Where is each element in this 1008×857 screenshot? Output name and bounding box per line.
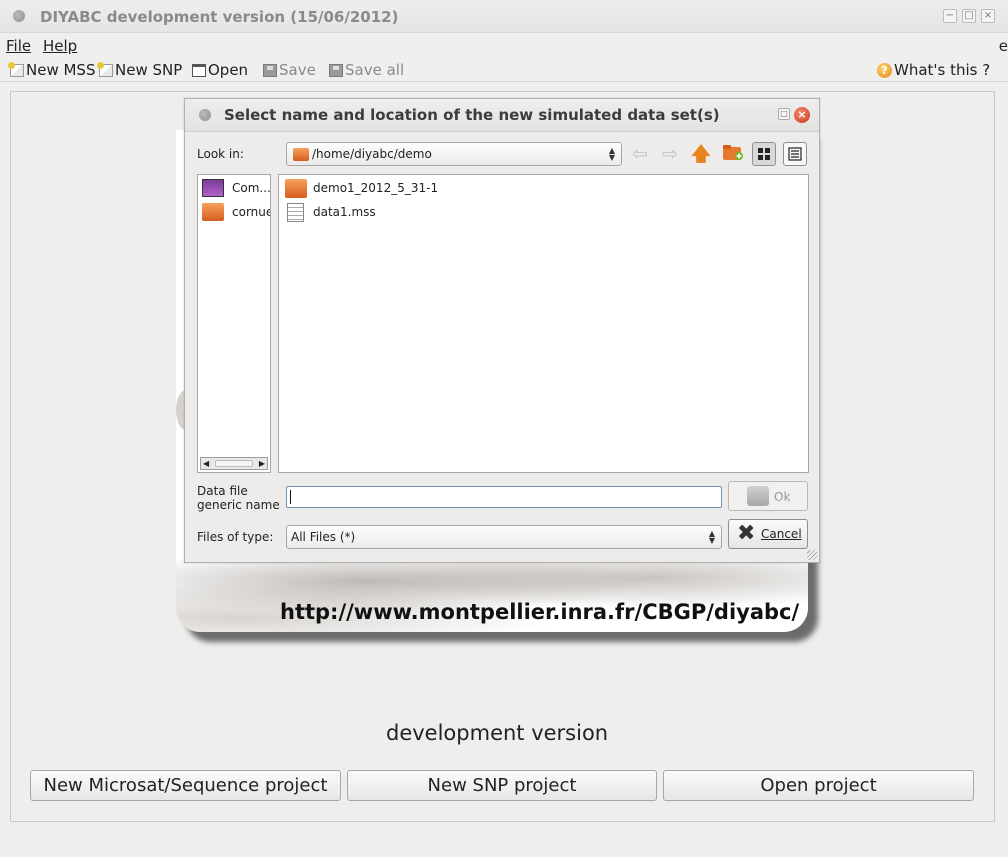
look-in-label: Look in: <box>197 147 244 161</box>
new-mss-label: New MSS <box>26 61 96 79</box>
cancel-label: Cancel <box>761 527 802 541</box>
menu-file-label: File <box>6 37 32 55</box>
new-snp-label: New SNP <box>115 61 183 79</box>
files-of-type-label: Files of type: <box>197 530 274 544</box>
look-in-combo[interactable]: /home/diyabc/demo ▲ ▼ <box>286 142 622 166</box>
document-icon <box>287 202 304 222</box>
dialog-title: Select name and location of the new simu… <box>224 106 720 124</box>
arrow-up-icon[interactable]: 🡅 <box>689 143 713 167</box>
toolbar: New MSS New SNP Open Save Save all ? Wha… <box>0 58 1008 82</box>
resize-grip-icon[interactable] <box>807 550 817 560</box>
place-label: Com... <box>232 181 271 195</box>
save-all-icon <box>329 63 343 77</box>
data-file-name-label: Data file generic name <box>197 484 280 512</box>
file-item-file[interactable]: data1.mss <box>285 201 376 223</box>
open-label: Open <box>208 61 249 79</box>
ok-button[interactable]: Ok <box>728 481 808 511</box>
folder-icon <box>202 203 224 221</box>
list-view-icon[interactable] <box>752 142 776 166</box>
new-folder-icon[interactable] <box>721 143 745 167</box>
arrow-left-icon[interactable]: ⇦ <box>628 143 652 167</box>
window-title: DIYABC development version (15/06/2012) <box>40 8 399 26</box>
new-file-icon <box>8 61 24 77</box>
new-microsat-project-button[interactable]: New Microsat/Sequence project <box>30 770 341 801</box>
help-icon: ? <box>877 62 892 78</box>
scroll-thumb[interactable] <box>215 460 253 467</box>
open-button[interactable]: Open <box>192 61 248 79</box>
open-icon <box>192 63 206 77</box>
dialog-titlebar: Select name and location of the new simu… <box>185 99 819 132</box>
ok-icon <box>747 486 769 506</box>
arrow-right-icon[interactable]: ⇨ <box>658 143 682 167</box>
window-titlebar: DIYABC development version (15/06/2012) … <box>0 0 1008 33</box>
scroll-left-icon[interactable]: ◀ <box>203 459 209 468</box>
menu-help-label: Help <box>43 37 78 55</box>
folder-icon <box>293 148 309 161</box>
open-project-button[interactable]: Open project <box>663 770 974 801</box>
file-item-folder[interactable]: demo1_2012_5_31-1 <box>285 177 438 199</box>
name-label-line2: generic name <box>197 498 280 512</box>
whats-this-label: What's this ? <box>894 61 991 79</box>
save-label: Save <box>279 61 316 79</box>
folder-icon <box>285 178 307 198</box>
data-file-name-input[interactable] <box>286 486 722 508</box>
name-label-line1: Data file <box>197 484 248 498</box>
menu-file[interactable]: File <box>6 37 31 55</box>
menubar: File Help <box>0 33 1008 58</box>
minimize-icon[interactable]: − <box>943 9 957 23</box>
maximize-icon[interactable]: □ <box>962 9 976 23</box>
place-label: cornue <box>232 205 271 219</box>
save-button[interactable]: Save <box>263 61 316 79</box>
close-icon[interactable]: × <box>981 9 995 23</box>
file-chooser-dialog: Select name and location of the new simu… <box>184 98 820 563</box>
details-view-graphic <box>788 147 802 161</box>
files-of-type-combo[interactable]: All Files (*) ▲ ▼ <box>286 525 722 549</box>
menu-overflow-text: e <box>998 37 1008 55</box>
scroll-right-icon[interactable]: ▶ <box>259 459 265 468</box>
version-label: development version <box>386 721 609 745</box>
menu-help[interactable]: Help <box>43 37 77 55</box>
dialog-maximize-icon[interactable]: □ <box>778 108 790 120</box>
cancel-button[interactable]: ✖ Cancel <box>728 519 808 549</box>
file-name: demo1_2012_5_31-1 <box>313 181 439 195</box>
computer-icon <box>202 179 224 197</box>
file-list: demo1_2012_5_31-1 data1.mss <box>278 174 809 473</box>
save-all-button[interactable]: Save all <box>329 61 404 79</box>
file-name: data1.mss <box>313 205 376 219</box>
new-snp-button[interactable]: New SNP <box>97 61 183 79</box>
new-file-icon <box>97 61 113 77</box>
list-view-graphic <box>758 148 770 160</box>
dialog-menu-icon[interactable] <box>199 109 211 121</box>
new-snp-project-button[interactable]: New SNP project <box>347 770 657 801</box>
whats-this-button[interactable]: ? What's this ? <box>877 61 990 79</box>
files-of-type-value: All Files (*) <box>291 530 356 544</box>
place-item-home[interactable]: cornue <box>202 201 271 223</box>
save-icon <box>263 63 277 77</box>
look-in-value: /home/diyabc/demo <box>312 147 432 161</box>
save-all-label: Save all <box>345 61 405 79</box>
cancel-icon: ✖ <box>737 521 756 546</box>
new-mss-button[interactable]: New MSS <box>8 61 96 79</box>
details-view-icon[interactable] <box>783 142 807 166</box>
places-horizontal-scrollbar[interactable]: ◀ ▶ <box>200 457 268 470</box>
combo-arrows-icon: ▲ ▼ <box>708 529 715 545</box>
ok-label: Ok <box>774 490 791 504</box>
dialog-close-icon[interactable]: × <box>794 107 810 123</box>
splash-url: http://www.montpellier.inra.fr/CBGP/diya… <box>280 600 800 624</box>
place-item-computer[interactable]: Com... <box>202 177 271 199</box>
new-folder-graphic <box>723 145 743 160</box>
places-panel: Com... cornue ◀ ▶ <box>197 174 271 473</box>
combo-arrows-icon: ▲ ▼ <box>608 146 615 162</box>
window-menu-icon[interactable] <box>13 10 25 22</box>
text-caret <box>290 490 291 504</box>
